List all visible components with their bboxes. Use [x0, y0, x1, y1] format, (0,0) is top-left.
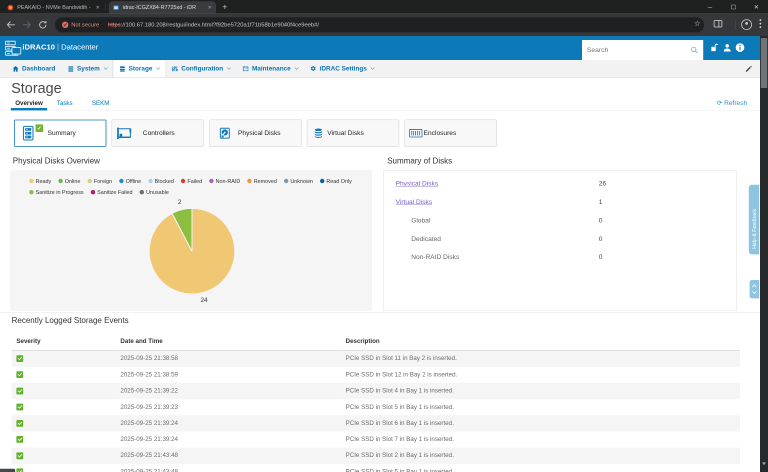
svg-text:2: 2: [178, 199, 182, 206]
svg-text:24: 24: [200, 297, 208, 304]
